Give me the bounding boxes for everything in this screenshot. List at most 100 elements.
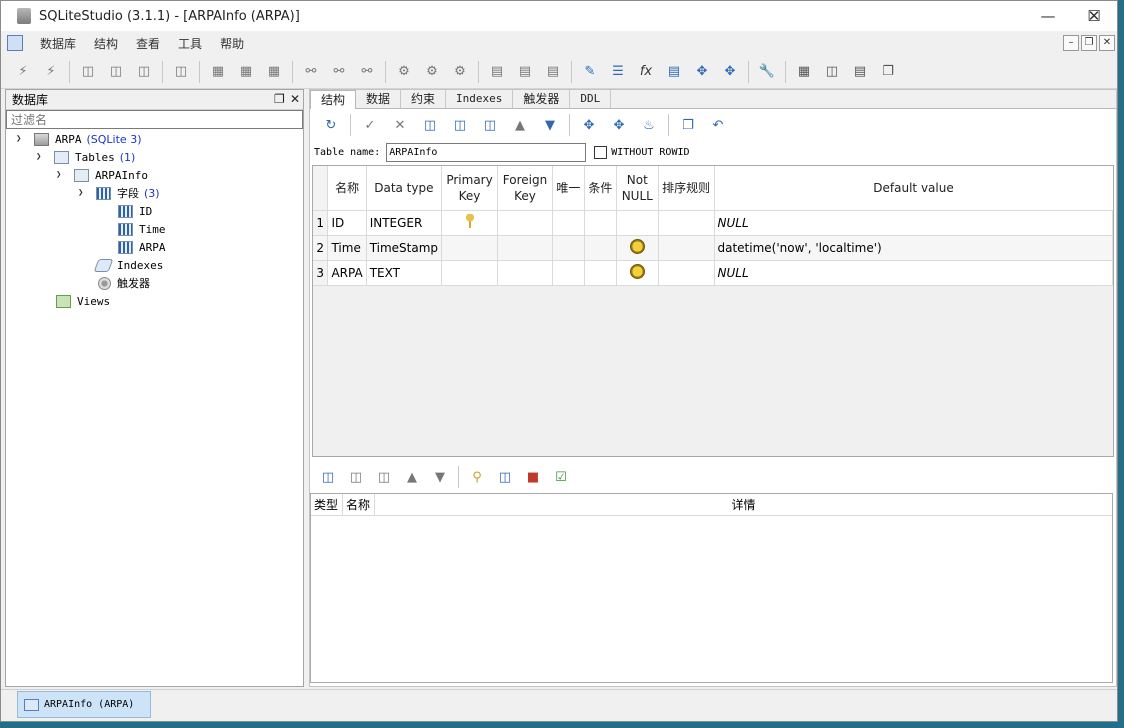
- remove-database-icon[interactable]: ◫: [133, 61, 155, 83]
- header-unique[interactable]: 唯一: [552, 166, 585, 211]
- disconnect-icon[interactable]: ⚡: [40, 61, 62, 83]
- collations-icon[interactable]: ▤: [663, 61, 685, 83]
- column-name-cell[interactable]: ARPA: [327, 260, 367, 286]
- menu-help[interactable]: 帮助: [211, 35, 253, 52]
- tile-vertical-icon[interactable]: ◫: [821, 61, 843, 83]
- add-constraint-icon[interactable]: ◫: [318, 467, 338, 487]
- header-constraint-type[interactable]: 类型: [311, 494, 343, 515]
- functions-icon[interactable]: fx: [635, 61, 657, 83]
- data-type-cell[interactable]: INTEGER: [366, 210, 443, 236]
- menu-structure[interactable]: 结构: [85, 35, 127, 52]
- table-row[interactable]: 3 ARPA TEXT NULL: [313, 260, 1113, 286]
- window-tab-arpainfo[interactable]: ARPAInfo (ARPA): [17, 691, 151, 718]
- new-view-icon[interactable]: ▤: [486, 61, 508, 83]
- open-sql-icon[interactable]: ☰: [607, 61, 629, 83]
- not-null-cell[interactable]: [616, 260, 659, 286]
- delete-table-icon[interactable]: ▦: [263, 61, 285, 83]
- menu-view[interactable]: 查看: [127, 35, 169, 52]
- header-primary-key[interactable]: Primary Key: [441, 166, 499, 211]
- menu-database[interactable]: 数据库: [31, 35, 85, 52]
- tab-structure[interactable]: 结构: [310, 90, 357, 109]
- default-value-cell[interactable]: datetime('now', 'localtime'): [714, 235, 1113, 261]
- unique-cell[interactable]: [552, 210, 585, 236]
- not-null-cell[interactable]: [616, 235, 659, 261]
- cascade-windows-icon[interactable]: ❐: [877, 61, 899, 83]
- header-collate[interactable]: 排序规则: [658, 166, 715, 211]
- new-trigger-icon[interactable]: ⚙: [393, 61, 415, 83]
- data-type-cell[interactable]: TEXT: [366, 260, 443, 286]
- primary-key-cell[interactable]: [441, 260, 499, 286]
- default-value-cell[interactable]: NULL: [714, 210, 1113, 236]
- collate-cell[interactable]: [658, 235, 715, 261]
- tree-item-indexes[interactable]: Indexes: [93, 256, 163, 274]
- check-cell[interactable]: [584, 235, 617, 261]
- close-button[interactable]: ✕: [1071, 1, 1117, 31]
- tab-ddl[interactable]: DDL: [570, 90, 612, 109]
- table-row[interactable]: 1 ID INTEGER NULL: [313, 210, 1113, 236]
- populate-table-icon[interactable]: ♨: [639, 115, 659, 135]
- tab-data[interactable]: 数据: [356, 90, 402, 109]
- header-constraint-name[interactable]: 名称: [343, 494, 375, 515]
- tab-constraints[interactable]: 约束: [401, 90, 447, 109]
- add-database-icon[interactable]: ◫: [77, 61, 99, 83]
- tree-item-column[interactable]: ARPA: [118, 238, 166, 256]
- edit-column-icon[interactable]: ◫: [450, 115, 470, 135]
- column-name-cell[interactable]: Time: [327, 235, 367, 261]
- tab-triggers[interactable]: 触发器: [513, 90, 571, 109]
- header-constraint-details[interactable]: 详情: [375, 494, 1112, 515]
- collate-cell[interactable]: [658, 210, 715, 236]
- tree-item-triggers[interactable]: 触发器: [98, 274, 150, 292]
- close-panel-icon[interactable]: ✕: [290, 92, 300, 106]
- check-cell[interactable]: [584, 260, 617, 286]
- column-name-cell[interactable]: ID: [327, 210, 367, 236]
- sql-editor-icon[interactable]: ✎: [579, 61, 601, 83]
- data-type-cell[interactable]: TimeStamp: [366, 235, 443, 261]
- tree-item-column[interactable]: ID: [118, 202, 152, 220]
- unique-cell[interactable]: [552, 235, 585, 261]
- new-index-icon[interactable]: ⚯: [300, 61, 322, 83]
- chevron-down-icon[interactable]: ❯: [36, 152, 48, 162]
- mdi-minimize-button[interactable]: –: [1063, 35, 1079, 51]
- tree-item-column[interactable]: Time: [118, 220, 166, 238]
- move-down-icon[interactable]: ▼: [540, 115, 560, 135]
- header-not-null[interactable]: Not NULL: [616, 166, 659, 211]
- foreign-key-cell[interactable]: [497, 235, 553, 261]
- primary-key-cell[interactable]: [441, 210, 499, 236]
- constraint-move-up-icon[interactable]: ▲: [402, 467, 422, 487]
- edit-table-icon[interactable]: ▦: [235, 61, 257, 83]
- not-null-cell[interactable]: [616, 210, 659, 236]
- tab-indexes[interactable]: Indexes: [446, 90, 514, 109]
- edit-database-icon[interactable]: ◫: [105, 61, 127, 83]
- edit-trigger-icon[interactable]: ⚙: [421, 61, 443, 83]
- primary-key-cell[interactable]: [441, 235, 499, 261]
- edit-view-icon[interactable]: ▤: [514, 61, 536, 83]
- tree-item-views[interactable]: Views: [56, 292, 110, 310]
- tree-item-database[interactable]: ❯ ARPA (SQLite 3): [16, 130, 141, 148]
- settings-wrench-icon[interactable]: 🔧: [756, 61, 778, 83]
- delete-trigger-icon[interactable]: ⚙: [449, 61, 471, 83]
- header-default-value[interactable]: Default value: [714, 166, 1113, 211]
- chevron-down-icon[interactable]: ❯: [16, 134, 28, 144]
- new-table-icon[interactable]: ▦: [207, 61, 229, 83]
- foreign-key-cell[interactable]: [497, 210, 553, 236]
- check-cell[interactable]: [584, 210, 617, 236]
- header-data-type[interactable]: Data type: [366, 166, 443, 211]
- unique-cell[interactable]: [552, 260, 585, 286]
- refresh-icon[interactable]: ↻: [321, 115, 341, 135]
- tree-item-tables[interactable]: ❯ Tables (1): [36, 148, 135, 166]
- delete-view-icon[interactable]: ▤: [542, 61, 564, 83]
- delete-column-icon[interactable]: ◫: [480, 115, 500, 135]
- foreign-key-cell[interactable]: [497, 260, 553, 286]
- tree-item-columns[interactable]: ❯ 字段 (3): [78, 184, 160, 202]
- add-primary-key-icon[interactable]: ⚲: [467, 467, 487, 487]
- without-rowid-checkbox[interactable]: [594, 145, 608, 159]
- header-name[interactable]: 名称: [327, 166, 367, 211]
- chevron-down-icon[interactable]: ❯: [78, 188, 90, 198]
- rollback-icon[interactable]: ✕: [390, 115, 410, 135]
- chevron-down-icon[interactable]: ❯: [56, 170, 68, 180]
- tree-item-table-arpainfo[interactable]: ❯ ARPAInfo: [56, 166, 148, 184]
- menu-tools[interactable]: 工具: [169, 35, 211, 52]
- add-check-icon[interactable]: ☑: [551, 467, 571, 487]
- import-icon[interactable]: ✥: [691, 61, 713, 83]
- mdi-close-button[interactable]: ✕: [1099, 35, 1115, 51]
